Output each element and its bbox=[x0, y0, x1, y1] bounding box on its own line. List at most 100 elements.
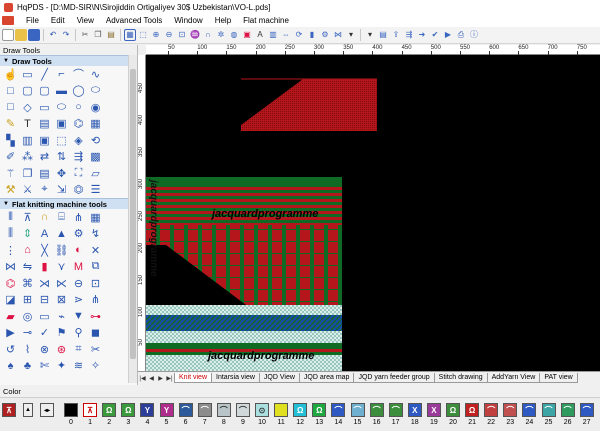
text-tool-icon[interactable]: T bbox=[19, 116, 36, 133]
hook-icon[interactable]: ⌂ bbox=[19, 242, 36, 259]
menu-file[interactable]: File bbox=[20, 16, 45, 25]
wave-icon[interactable]: ∿ bbox=[87, 66, 104, 83]
copy-area-icon[interactable]: ▣ bbox=[53, 116, 70, 133]
yarn-icon[interactable]: ⌸ bbox=[53, 209, 70, 226]
document-menu-icon[interactable] bbox=[2, 16, 14, 25]
grid-icon[interactable]: ▦ bbox=[124, 29, 136, 41]
hammer-icon[interactable]: ⚒ bbox=[2, 182, 19, 199]
save-icon[interactable] bbox=[28, 29, 40, 41]
compile-icon[interactable]: ⇶ bbox=[403, 29, 415, 41]
reverse-icon[interactable]: ↺ bbox=[2, 341, 19, 358]
knife-icon[interactable]: ⚔ bbox=[19, 182, 36, 199]
shade-icon[interactable]: ▚ bbox=[2, 132, 19, 149]
arc-icon[interactable]: ⌒ bbox=[70, 66, 87, 83]
grid-tool-icon[interactable]: ▦ bbox=[87, 116, 104, 133]
cone-icon[interactable]: ▼ bbox=[70, 308, 87, 325]
end-icon[interactable]: ◼ bbox=[87, 325, 104, 342]
color-move-icon[interactable]: ◂▸ bbox=[40, 403, 54, 417]
rack-icon[interactable]: ↯ bbox=[87, 226, 104, 243]
loop-tool-icon[interactable]: ∩ bbox=[36, 209, 53, 226]
mirror-tool-icon[interactable]: ◈ bbox=[70, 132, 87, 149]
yarn-carrier-icon[interactable]: ▰ bbox=[2, 308, 19, 325]
swap-icon[interactable]: ⇄ bbox=[36, 149, 53, 166]
needle-icon[interactable]: ⦀ bbox=[2, 209, 19, 226]
export-icon[interactable]: ⇪ bbox=[390, 29, 402, 41]
tuck-icon[interactable]: ⊼ bbox=[19, 209, 36, 226]
color-swatch[interactable]: ⌒ bbox=[235, 403, 250, 417]
first-tab-icon[interactable]: |◀ bbox=[138, 373, 147, 383]
pencil-icon[interactable]: ✎ bbox=[2, 116, 19, 133]
collapse-triangle-icon[interactable]: ▼ bbox=[3, 201, 9, 207]
color-swatch[interactable]: Ω bbox=[121, 403, 136, 417]
info-icon[interactable]: ⓘ bbox=[468, 29, 480, 41]
tab-pat-view[interactable]: PAT view bbox=[539, 373, 578, 383]
link-icon[interactable]: ⊸ bbox=[19, 325, 36, 342]
color-swatch[interactable]: ⌒ bbox=[560, 403, 575, 417]
eraser-icon[interactable]: ▱ bbox=[87, 165, 104, 182]
color-swatch[interactable]: Ω bbox=[312, 403, 327, 417]
section-header-draw-tools[interactable]: ▼ Draw Tools bbox=[0, 55, 137, 66]
scroll-left-icon[interactable]: ▲ bbox=[23, 403, 33, 417]
stamp-icon[interactable]: ▤ bbox=[36, 116, 53, 133]
selected-color-icon[interactable]: ⊼ bbox=[2, 403, 16, 417]
cable-left-icon[interactable]: ⋊ bbox=[36, 275, 53, 292]
stack-icon[interactable]: ☰ bbox=[87, 182, 104, 199]
bind-icon[interactable]: ⊠ bbox=[53, 292, 70, 309]
fill-icon[interactable]: ▤ bbox=[377, 29, 389, 41]
end-mark-icon[interactable]: ✧ bbox=[87, 358, 104, 375]
undo-icon[interactable]: ↶ bbox=[47, 29, 59, 41]
select-icon[interactable]: ⬚ bbox=[137, 29, 149, 41]
line-icon[interactable]: ╱ bbox=[36, 66, 53, 83]
rect-outline-icon[interactable]: □ bbox=[2, 83, 19, 100]
trim-icon[interactable]: ✂ bbox=[87, 341, 104, 358]
rotate-tool-icon[interactable]: ⟲ bbox=[87, 132, 104, 149]
scale-icon[interactable]: ⇲ bbox=[53, 182, 70, 199]
rotate-icon[interactable]: ⟳ bbox=[293, 29, 305, 41]
cross-icon[interactable]: ✕ bbox=[87, 242, 104, 259]
palette-icon[interactable]: ▣ bbox=[241, 29, 253, 41]
menu-flat-machine[interactable]: Flat machine bbox=[237, 16, 295, 25]
plate-icon[interactable]: ▭ bbox=[36, 308, 53, 325]
ellipse-icon[interactable]: ◯ bbox=[70, 83, 87, 100]
pattern-graphic[interactable]: jacquardprogramme jacquardprogramme jacq… bbox=[146, 55, 600, 371]
color-swatch[interactable]: Ω bbox=[465, 403, 480, 417]
menu-edit[interactable]: Edit bbox=[45, 16, 71, 25]
wand-icon[interactable]: ⚚ bbox=[2, 165, 19, 182]
dropdown-arrow-icon[interactable]: ▾ bbox=[345, 29, 357, 41]
copy-icon[interactable]: ❐ bbox=[92, 29, 104, 41]
color-swatch[interactable]: ⊼ bbox=[83, 403, 98, 417]
marker-icon[interactable]: M bbox=[70, 259, 87, 276]
color-swatch[interactable]: Ω bbox=[293, 403, 308, 417]
text-icon[interactable]: A bbox=[254, 29, 266, 41]
square-icon[interactable]: □ bbox=[2, 99, 19, 116]
dec-icon[interactable]: ⊟ bbox=[36, 292, 53, 309]
split-icon[interactable]: ⋮ bbox=[2, 242, 19, 259]
chart-icon[interactable]: ▮ bbox=[306, 29, 318, 41]
feeder-icon[interactable]: ▮ bbox=[36, 259, 53, 276]
hold-icon[interactable]: ⊡ bbox=[87, 275, 104, 292]
fill-tool-icon[interactable]: ▣ bbox=[36, 132, 53, 149]
circle-fill-icon[interactable]: ◉ bbox=[87, 99, 104, 116]
wave-tool-icon[interactable]: ≋ bbox=[70, 358, 87, 375]
color-swatch[interactable]: ⌒ bbox=[484, 403, 499, 417]
color-swatch[interactable]: ⌒ bbox=[216, 403, 231, 417]
zoom-out-icon[interactable]: ⊖ bbox=[163, 29, 175, 41]
tab-knit-view[interactable]: Knit view bbox=[174, 373, 213, 383]
cables-icon[interactable]: ⋈ bbox=[2, 259, 19, 276]
comb-icon[interactable]: ⋔ bbox=[70, 209, 87, 226]
slip-icon[interactable]: ⋗ bbox=[70, 292, 87, 309]
color-swatch[interactable]: Y bbox=[140, 403, 155, 417]
knot-icon[interactable]: ⊗ bbox=[36, 341, 53, 358]
color-swatch[interactable]: Ω bbox=[446, 403, 460, 417]
collapse-triangle-icon[interactable]: ▼ bbox=[3, 58, 9, 64]
copy-tool-icon[interactable]: ❐ bbox=[19, 165, 36, 182]
color-swatch[interactable]: Y bbox=[159, 403, 174, 417]
move-icon[interactable]: ✥ bbox=[53, 165, 70, 182]
loop-icon[interactable]: ∩ bbox=[202, 29, 214, 41]
motif-icon[interactable]: ⌬ bbox=[2, 275, 19, 292]
finish-icon[interactable]: ✦ bbox=[53, 358, 70, 375]
replace-icon[interactable]: ⇶ bbox=[70, 149, 87, 166]
cam-icon[interactable]: ⚙ bbox=[70, 226, 87, 243]
tree-icon[interactable]: ♠ bbox=[2, 358, 19, 375]
diamond-icon[interactable]: ◇ bbox=[19, 99, 36, 116]
